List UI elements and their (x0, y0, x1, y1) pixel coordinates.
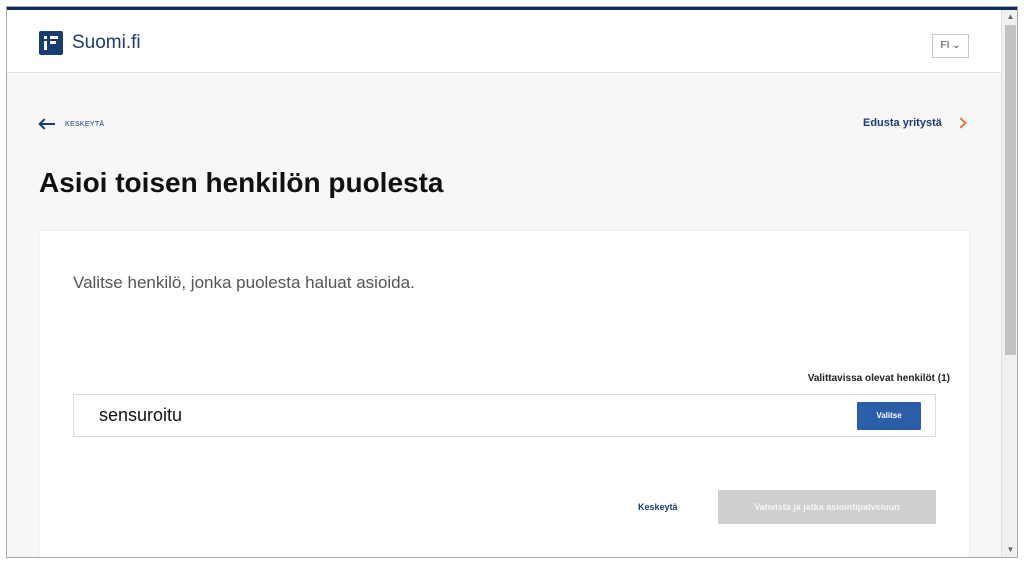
browser-window: Suomi.fi FI ⌄ ▲ ▼ KESKEYTÄ Edusta yritys… (6, 6, 1018, 558)
instruction-text: Valitse henkilö, jonka puolesta haluat a… (73, 273, 415, 292)
scroll-up-icon[interactable]: ▲ (1002, 10, 1017, 24)
scroll-down-icon[interactable]: ▼ (1002, 543, 1017, 557)
chevron-right-icon[interactable] (955, 117, 967, 129)
person-name: sensuroitu (99, 405, 183, 425)
chevron-down-icon: ⌄ (952, 40, 961, 51)
language-label: FI (940, 40, 950, 51)
arrow-left-icon (38, 118, 55, 130)
confirm-continue-button[interactable]: Vahvista ja jatka asiointipalveluun (718, 490, 936, 524)
site-header: Suomi.fi FI ⌄ (7, 10, 1001, 73)
select-person-button[interactable]: Valitse (857, 402, 921, 430)
scroll-thumb[interactable] (1005, 25, 1016, 355)
logo-text[interactable]: Suomi.fi (72, 32, 141, 54)
language-selector[interactable]: FI ⌄ (932, 34, 969, 58)
vertical-scrollbar[interactable]: ▲ ▼ (1001, 10, 1017, 557)
person-list-item[interactable]: sensuroitu Valitse (73, 394, 936, 437)
selection-card: Valitse henkilö, jonka puolesta haluat a… (40, 231, 969, 557)
cancel-link[interactable]: Keskeytä (638, 502, 678, 512)
abort-link-label: KESKEYTÄ (65, 120, 105, 128)
represent-company-link[interactable]: Edusta yritystä (863, 117, 942, 129)
page-title: Asioi toisen henkilön puolesta (39, 167, 444, 198)
abort-link[interactable]: KESKEYTÄ (38, 117, 105, 131)
available-persons-heading: Valittavissa olevat henkilöt (1) (807, 373, 950, 384)
suomi-fi-logo-icon[interactable] (39, 31, 63, 55)
